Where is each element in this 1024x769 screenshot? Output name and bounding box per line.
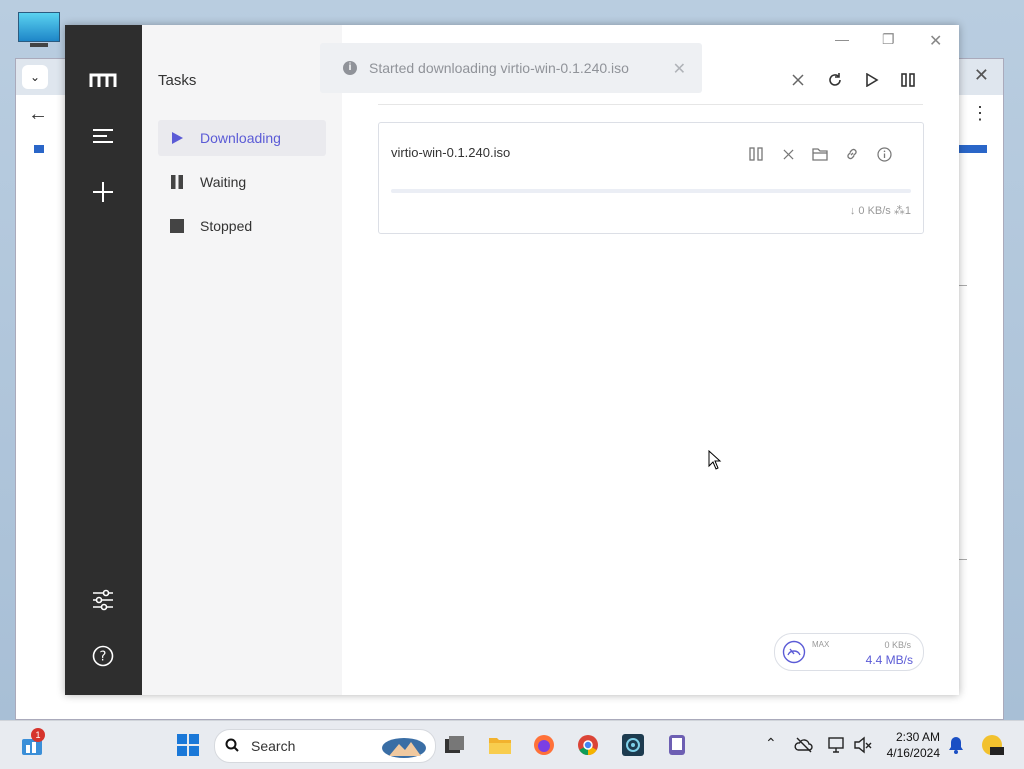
notification-bell-icon[interactable] — [946, 733, 966, 757]
task-pause-icon[interactable] — [745, 143, 767, 165]
clock-time: 2:30 AM — [895, 730, 940, 744]
volume-muted-icon[interactable] — [853, 733, 873, 757]
sidebar-item-label: Stopped — [200, 218, 253, 234]
onedrive-offline-icon[interactable] — [794, 733, 814, 757]
task-stats: ↓ 0 KB/s ⁂1 — [850, 204, 911, 217]
system-clock[interactable]: 2:30 AM 4/16/2024 — [887, 729, 940, 761]
upload-speed: 0 KB/s — [884, 640, 911, 650]
task-category-sidebar: Tasks Downloading Waiting Stopped — [142, 25, 342, 695]
task-download-speed: ↓ 0 KB/s — [849, 205, 891, 217]
sidebar-item-label: Waiting — [200, 174, 247, 190]
resume-all-icon[interactable] — [861, 69, 883, 91]
task-info-icon[interactable] — [873, 143, 895, 165]
menu-icon[interactable] — [89, 122, 117, 150]
sidebar-item-stopped[interactable]: Stopped — [158, 208, 326, 244]
notification-toast: i Started downloading virtio-win-0.1.240… — [320, 43, 702, 93]
network-display-icon[interactable] — [827, 733, 847, 757]
taskbar-search[interactable]: Search — [214, 729, 436, 763]
maximize-icon[interactable]: ❐ — [882, 31, 895, 48]
toast-message: Started downloading virtio-win-0.1.240.i… — [369, 60, 629, 76]
browser-close-icon[interactable]: ✕ — [974, 65, 989, 86]
sidebar-item-waiting[interactable]: Waiting — [158, 164, 326, 200]
help-icon[interactable]: ? — [89, 642, 117, 670]
task-name: virtio-win-0.1.240.iso — [391, 145, 511, 160]
open-folder-icon[interactable] — [809, 143, 831, 165]
mouse-cursor-icon — [708, 450, 722, 470]
task-item[interactable]: virtio-win-0.1.240.iso ↓ 0 KB/s ⁂1 — [378, 122, 924, 234]
svg-text:?: ? — [100, 650, 107, 665]
search-icon — [225, 738, 239, 752]
delete-tasks-icon[interactable] — [787, 69, 809, 91]
window-close-icon[interactable]: ✕ — [929, 31, 942, 51]
clock-date: 4/16/2024 — [886, 746, 940, 760]
chevron-up-icon[interactable]: ⌃ — [765, 735, 777, 752]
firefox-icon[interactable] — [532, 733, 556, 757]
notification-badge: 1 — [31, 728, 45, 742]
file-explorer-icon[interactable] — [488, 733, 512, 757]
stop-icon — [170, 219, 184, 233]
play-icon — [172, 132, 183, 144]
info-icon: i — [343, 61, 357, 75]
add-task-icon[interactable] — [89, 178, 117, 206]
pause-all-icon[interactable] — [897, 69, 919, 91]
settings-gear-icon[interactable] — [621, 733, 645, 757]
task-actions — [745, 143, 895, 165]
more-options-icon[interactable]: ⋮ — [971, 103, 989, 124]
download-speed: 4.4 MB/s — [865, 653, 913, 667]
search-label: Search — [251, 738, 296, 754]
back-arrow-icon[interactable]: ← — [28, 103, 48, 126]
sidebar-item-downloading[interactable]: Downloading — [158, 120, 326, 156]
task-progress-bar — [391, 189, 911, 193]
page-accent-bar — [34, 145, 44, 153]
sidebar-item-label: Downloading — [200, 130, 281, 146]
speed-limit-label: MAX — [812, 640, 830, 649]
copilot-preview-icon[interactable] — [980, 733, 1004, 757]
speedometer[interactable]: MAX 0 KB/s 4.4 MB/s — [774, 633, 924, 671]
refresh-icon[interactable] — [824, 69, 846, 91]
motrix-logo-icon — [89, 66, 117, 94]
sidebar-title: Tasks — [158, 72, 197, 89]
preferences-sliders-icon[interactable] — [89, 586, 117, 614]
speedometer-gauge-icon — [782, 640, 806, 664]
search-highlight-icon — [382, 738, 426, 758]
pause-icon — [171, 175, 183, 189]
windows-start-icon[interactable] — [176, 733, 200, 757]
tab-list-button[interactable]: ⌄ — [22, 65, 48, 89]
minimize-icon[interactable]: — — [835, 31, 849, 47]
this-pc-desktop-icon[interactable] — [18, 12, 60, 48]
taskbar: 1 Search ⌃ 2:30 AM 4/16/2024 — [0, 720, 1024, 769]
motrix-app-window: ? Tasks Downloading Waiting Stopped — ❐ … — [65, 25, 959, 695]
chrome-icon[interactable] — [576, 733, 600, 757]
task-view-icon[interactable] — [442, 733, 466, 757]
toast-close-icon[interactable]: ✕ — [673, 59, 686, 79]
task-delete-icon[interactable] — [777, 143, 799, 165]
app-nav-rail: ? — [65, 25, 142, 695]
motrix-taskbar-icon[interactable] — [665, 733, 689, 757]
task-connections: ⁂1 — [893, 205, 911, 217]
copy-link-icon[interactable] — [841, 143, 863, 165]
page-accent-bar — [957, 145, 987, 153]
divider — [378, 104, 923, 105]
